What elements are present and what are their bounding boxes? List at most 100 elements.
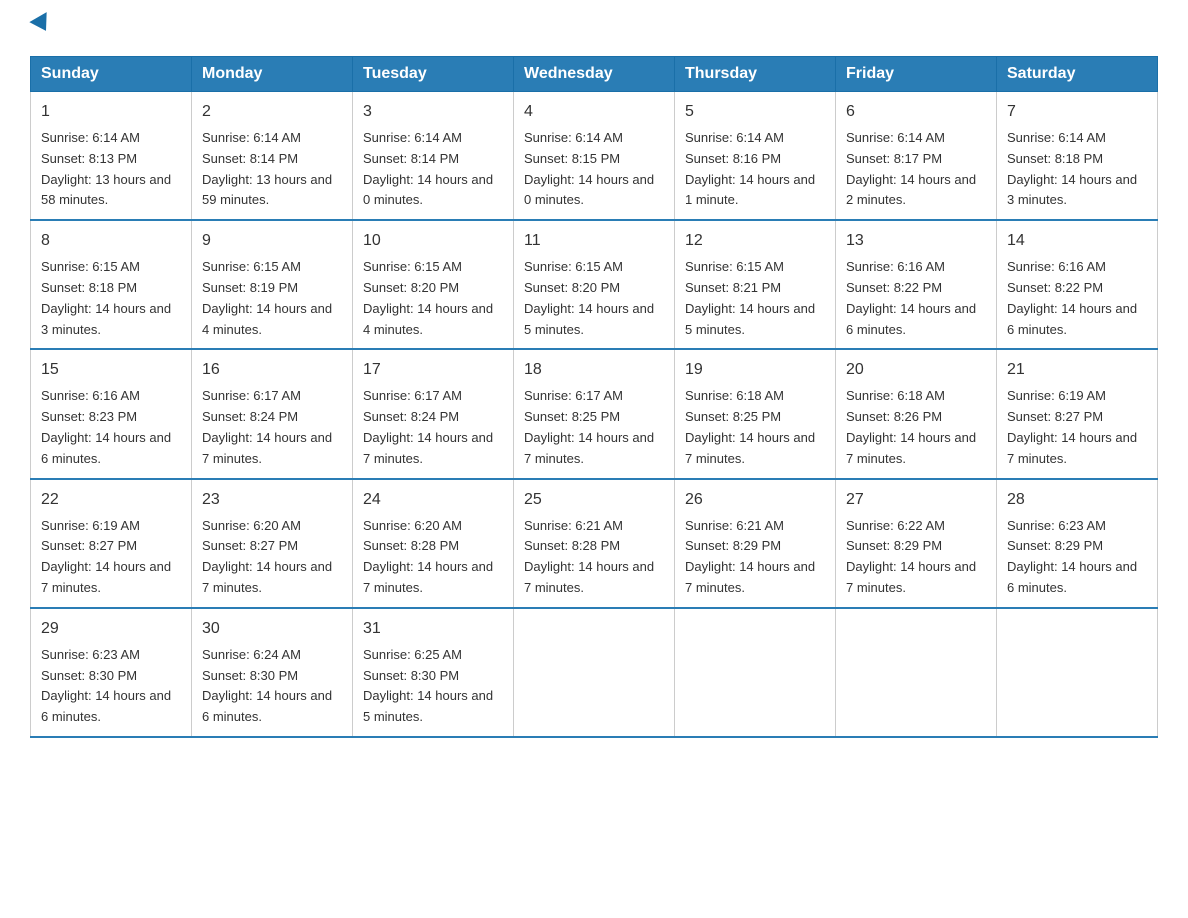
day-info: Sunrise: 6:17 AMSunset: 8:24 PMDaylight:… bbox=[202, 388, 332, 465]
day-info: Sunrise: 6:14 AMSunset: 8:14 PMDaylight:… bbox=[363, 130, 493, 207]
day-info: Sunrise: 6:14 AMSunset: 8:15 PMDaylight:… bbox=[524, 130, 654, 207]
day-number: 10 bbox=[363, 229, 503, 253]
calendar-cell: 8 Sunrise: 6:15 AMSunset: 8:18 PMDayligh… bbox=[31, 220, 192, 349]
day-info: Sunrise: 6:18 AMSunset: 8:25 PMDaylight:… bbox=[685, 388, 815, 465]
day-number: 5 bbox=[685, 100, 825, 124]
calendar-cell bbox=[997, 608, 1158, 737]
day-info: Sunrise: 6:19 AMSunset: 8:27 PMDaylight:… bbox=[1007, 388, 1137, 465]
day-number: 2 bbox=[202, 100, 342, 124]
day-info: Sunrise: 6:24 AMSunset: 8:30 PMDaylight:… bbox=[202, 647, 332, 724]
day-number: 23 bbox=[202, 488, 342, 512]
day-info: Sunrise: 6:21 AMSunset: 8:29 PMDaylight:… bbox=[685, 518, 815, 595]
calendar-week-row: 29 Sunrise: 6:23 AMSunset: 8:30 PMDaylig… bbox=[31, 608, 1158, 737]
day-info: Sunrise: 6:23 AMSunset: 8:29 PMDaylight:… bbox=[1007, 518, 1137, 595]
day-info: Sunrise: 6:14 AMSunset: 8:16 PMDaylight:… bbox=[685, 130, 815, 207]
calendar-cell: 27 Sunrise: 6:22 AMSunset: 8:29 PMDaylig… bbox=[836, 479, 997, 608]
calendar-cell: 29 Sunrise: 6:23 AMSunset: 8:30 PMDaylig… bbox=[31, 608, 192, 737]
calendar-cell: 10 Sunrise: 6:15 AMSunset: 8:20 PMDaylig… bbox=[353, 220, 514, 349]
day-info: Sunrise: 6:19 AMSunset: 8:27 PMDaylight:… bbox=[41, 518, 171, 595]
day-info: Sunrise: 6:15 AMSunset: 8:20 PMDaylight:… bbox=[363, 259, 493, 336]
day-info: Sunrise: 6:17 AMSunset: 8:24 PMDaylight:… bbox=[363, 388, 493, 465]
day-info: Sunrise: 6:14 AMSunset: 8:18 PMDaylight:… bbox=[1007, 130, 1137, 207]
day-number: 29 bbox=[41, 617, 181, 641]
day-number: 15 bbox=[41, 358, 181, 382]
day-info: Sunrise: 6:21 AMSunset: 8:28 PMDaylight:… bbox=[524, 518, 654, 595]
day-number: 4 bbox=[524, 100, 664, 124]
header-wednesday: Wednesday bbox=[514, 57, 675, 92]
page-header bbox=[30, 20, 1158, 36]
day-number: 17 bbox=[363, 358, 503, 382]
header-tuesday: Tuesday bbox=[353, 57, 514, 92]
day-info: Sunrise: 6:15 AMSunset: 8:20 PMDaylight:… bbox=[524, 259, 654, 336]
day-number: 1 bbox=[41, 100, 181, 124]
day-info: Sunrise: 6:22 AMSunset: 8:29 PMDaylight:… bbox=[846, 518, 976, 595]
calendar-cell: 7 Sunrise: 6:14 AMSunset: 8:18 PMDayligh… bbox=[997, 92, 1158, 221]
day-number: 12 bbox=[685, 229, 825, 253]
calendar-week-row: 8 Sunrise: 6:15 AMSunset: 8:18 PMDayligh… bbox=[31, 220, 1158, 349]
calendar-cell bbox=[675, 608, 836, 737]
calendar-cell: 15 Sunrise: 6:16 AMSunset: 8:23 PMDaylig… bbox=[31, 349, 192, 478]
day-info: Sunrise: 6:20 AMSunset: 8:27 PMDaylight:… bbox=[202, 518, 332, 595]
day-info: Sunrise: 6:16 AMSunset: 8:22 PMDaylight:… bbox=[1007, 259, 1137, 336]
header-monday: Monday bbox=[192, 57, 353, 92]
day-info: Sunrise: 6:15 AMSunset: 8:21 PMDaylight:… bbox=[685, 259, 815, 336]
calendar-cell: 19 Sunrise: 6:18 AMSunset: 8:25 PMDaylig… bbox=[675, 349, 836, 478]
calendar-cell: 31 Sunrise: 6:25 AMSunset: 8:30 PMDaylig… bbox=[353, 608, 514, 737]
calendar-cell bbox=[836, 608, 997, 737]
logo-triangle-icon bbox=[29, 12, 54, 36]
day-info: Sunrise: 6:16 AMSunset: 8:22 PMDaylight:… bbox=[846, 259, 976, 336]
day-number: 19 bbox=[685, 358, 825, 382]
day-number: 6 bbox=[846, 100, 986, 124]
day-number: 14 bbox=[1007, 229, 1147, 253]
calendar-week-row: 22 Sunrise: 6:19 AMSunset: 8:27 PMDaylig… bbox=[31, 479, 1158, 608]
calendar-cell: 30 Sunrise: 6:24 AMSunset: 8:30 PMDaylig… bbox=[192, 608, 353, 737]
calendar-cell: 2 Sunrise: 6:14 AMSunset: 8:14 PMDayligh… bbox=[192, 92, 353, 221]
day-number: 22 bbox=[41, 488, 181, 512]
header-sunday: Sunday bbox=[31, 57, 192, 92]
calendar-cell: 14 Sunrise: 6:16 AMSunset: 8:22 PMDaylig… bbox=[997, 220, 1158, 349]
day-number: 31 bbox=[363, 617, 503, 641]
day-info: Sunrise: 6:14 AMSunset: 8:14 PMDaylight:… bbox=[202, 130, 332, 207]
day-number: 11 bbox=[524, 229, 664, 253]
day-info: Sunrise: 6:25 AMSunset: 8:30 PMDaylight:… bbox=[363, 647, 493, 724]
calendar-cell: 13 Sunrise: 6:16 AMSunset: 8:22 PMDaylig… bbox=[836, 220, 997, 349]
calendar-cell: 24 Sunrise: 6:20 AMSunset: 8:28 PMDaylig… bbox=[353, 479, 514, 608]
calendar-cell: 12 Sunrise: 6:15 AMSunset: 8:21 PMDaylig… bbox=[675, 220, 836, 349]
calendar-cell: 9 Sunrise: 6:15 AMSunset: 8:19 PMDayligh… bbox=[192, 220, 353, 349]
day-number: 21 bbox=[1007, 358, 1147, 382]
day-number: 18 bbox=[524, 358, 664, 382]
calendar-cell: 16 Sunrise: 6:17 AMSunset: 8:24 PMDaylig… bbox=[192, 349, 353, 478]
day-number: 8 bbox=[41, 229, 181, 253]
calendar-header-row: SundayMondayTuesdayWednesdayThursdayFrid… bbox=[31, 57, 1158, 92]
calendar-week-row: 15 Sunrise: 6:16 AMSunset: 8:23 PMDaylig… bbox=[31, 349, 1158, 478]
day-number: 27 bbox=[846, 488, 986, 512]
header-thursday: Thursday bbox=[675, 57, 836, 92]
day-number: 16 bbox=[202, 358, 342, 382]
logo bbox=[30, 20, 52, 36]
day-number: 9 bbox=[202, 229, 342, 253]
calendar-week-row: 1 Sunrise: 6:14 AMSunset: 8:13 PMDayligh… bbox=[31, 92, 1158, 221]
calendar-cell: 26 Sunrise: 6:21 AMSunset: 8:29 PMDaylig… bbox=[675, 479, 836, 608]
day-number: 20 bbox=[846, 358, 986, 382]
calendar-cell: 20 Sunrise: 6:18 AMSunset: 8:26 PMDaylig… bbox=[836, 349, 997, 478]
calendar-cell: 1 Sunrise: 6:14 AMSunset: 8:13 PMDayligh… bbox=[31, 92, 192, 221]
day-info: Sunrise: 6:20 AMSunset: 8:28 PMDaylight:… bbox=[363, 518, 493, 595]
day-number: 24 bbox=[363, 488, 503, 512]
header-friday: Friday bbox=[836, 57, 997, 92]
calendar-table: SundayMondayTuesdayWednesdayThursdayFrid… bbox=[30, 56, 1158, 738]
calendar-cell: 11 Sunrise: 6:15 AMSunset: 8:20 PMDaylig… bbox=[514, 220, 675, 349]
day-info: Sunrise: 6:18 AMSunset: 8:26 PMDaylight:… bbox=[846, 388, 976, 465]
calendar-cell: 3 Sunrise: 6:14 AMSunset: 8:14 PMDayligh… bbox=[353, 92, 514, 221]
day-info: Sunrise: 6:17 AMSunset: 8:25 PMDaylight:… bbox=[524, 388, 654, 465]
calendar-cell: 17 Sunrise: 6:17 AMSunset: 8:24 PMDaylig… bbox=[353, 349, 514, 478]
day-number: 28 bbox=[1007, 488, 1147, 512]
day-info: Sunrise: 6:15 AMSunset: 8:18 PMDaylight:… bbox=[41, 259, 171, 336]
day-number: 26 bbox=[685, 488, 825, 512]
calendar-cell bbox=[514, 608, 675, 737]
calendar-cell: 22 Sunrise: 6:19 AMSunset: 8:27 PMDaylig… bbox=[31, 479, 192, 608]
calendar-cell: 6 Sunrise: 6:14 AMSunset: 8:17 PMDayligh… bbox=[836, 92, 997, 221]
calendar-cell: 4 Sunrise: 6:14 AMSunset: 8:15 PMDayligh… bbox=[514, 92, 675, 221]
calendar-cell: 18 Sunrise: 6:17 AMSunset: 8:25 PMDaylig… bbox=[514, 349, 675, 478]
calendar-cell: 23 Sunrise: 6:20 AMSunset: 8:27 PMDaylig… bbox=[192, 479, 353, 608]
calendar-cell: 21 Sunrise: 6:19 AMSunset: 8:27 PMDaylig… bbox=[997, 349, 1158, 478]
